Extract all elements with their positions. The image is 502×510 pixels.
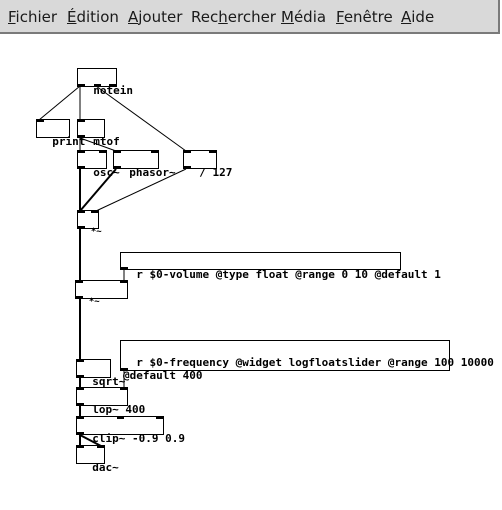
outlet[interactable] xyxy=(184,166,191,169)
outlet[interactable] xyxy=(121,368,128,371)
object-print[interactable]: print xyxy=(36,119,85,148)
object-dac[interactable]: dac~ xyxy=(76,445,119,474)
object-label: mtof xyxy=(93,135,120,148)
inlet[interactable] xyxy=(114,150,121,153)
inlet[interactable] xyxy=(37,119,44,122)
object-label: / 127 xyxy=(199,166,233,179)
outlet[interactable] xyxy=(121,267,128,270)
outlet[interactable] xyxy=(78,226,85,229)
inlet[interactable] xyxy=(99,150,106,153)
outlet[interactable] xyxy=(77,432,84,435)
inlet[interactable] xyxy=(184,150,191,153)
object-label: dac~ xyxy=(92,461,119,474)
inlet[interactable] xyxy=(120,280,127,283)
object-label: *~ xyxy=(88,297,100,307)
object-lop[interactable]: lop~ 400 xyxy=(76,387,145,416)
outlet[interactable] xyxy=(77,375,84,378)
inlet[interactable] xyxy=(76,280,83,283)
inlet[interactable] xyxy=(209,150,216,153)
object-mul2[interactable]: *~ xyxy=(75,280,128,307)
object-label: r $0-volume @type float @range 0 10 @def… xyxy=(136,268,441,281)
object-label: *~ xyxy=(90,227,102,237)
object-clip[interactable]: clip~ -0.9 0.9 xyxy=(76,416,185,445)
inlet[interactable] xyxy=(78,210,85,213)
outlet[interactable] xyxy=(114,166,121,169)
object-label: phasor~ xyxy=(129,166,176,179)
object-notein[interactable]: notein xyxy=(77,68,133,97)
inlet[interactable] xyxy=(156,416,163,419)
inlet[interactable] xyxy=(97,445,104,448)
inlet[interactable] xyxy=(77,416,84,419)
inlet[interactable] xyxy=(117,416,124,419)
object-osc[interactable]: osc~ xyxy=(77,150,120,179)
object-sqrt[interactable]: sqrt~ xyxy=(76,359,125,388)
outlet[interactable] xyxy=(78,135,85,138)
object-label: clip~ -0.9 0.9 xyxy=(92,432,185,445)
outlet[interactable] xyxy=(109,84,116,87)
inlet[interactable] xyxy=(78,119,85,122)
inlet[interactable] xyxy=(77,445,84,448)
inlet[interactable] xyxy=(78,150,85,153)
inlet[interactable] xyxy=(151,150,158,153)
cord-notein-print[interactable] xyxy=(38,85,81,121)
inlet[interactable] xyxy=(77,359,84,362)
inlet[interactable] xyxy=(91,210,98,213)
object-div127[interactable]: / 127 xyxy=(183,150,232,179)
object-mtof[interactable]: mtof xyxy=(77,119,120,148)
outlet[interactable] xyxy=(78,166,85,169)
outlet[interactable] xyxy=(94,84,101,87)
inlet[interactable] xyxy=(120,387,127,390)
object-receive-frequency[interactable]: r $0-frequency @widget logfloatslider @r… xyxy=(120,340,494,382)
outlet[interactable] xyxy=(78,84,85,87)
object-receive-volume[interactable]: r $0-volume @type float @range 0 10 @def… xyxy=(120,252,441,281)
object-mul1[interactable]: *~ xyxy=(77,210,102,237)
object-phasor[interactable]: phasor~ xyxy=(113,150,176,179)
inlet[interactable] xyxy=(77,387,84,390)
object-label: lop~ 400 xyxy=(92,403,146,416)
outlet[interactable] xyxy=(77,403,84,406)
outlet[interactable] xyxy=(76,296,83,299)
